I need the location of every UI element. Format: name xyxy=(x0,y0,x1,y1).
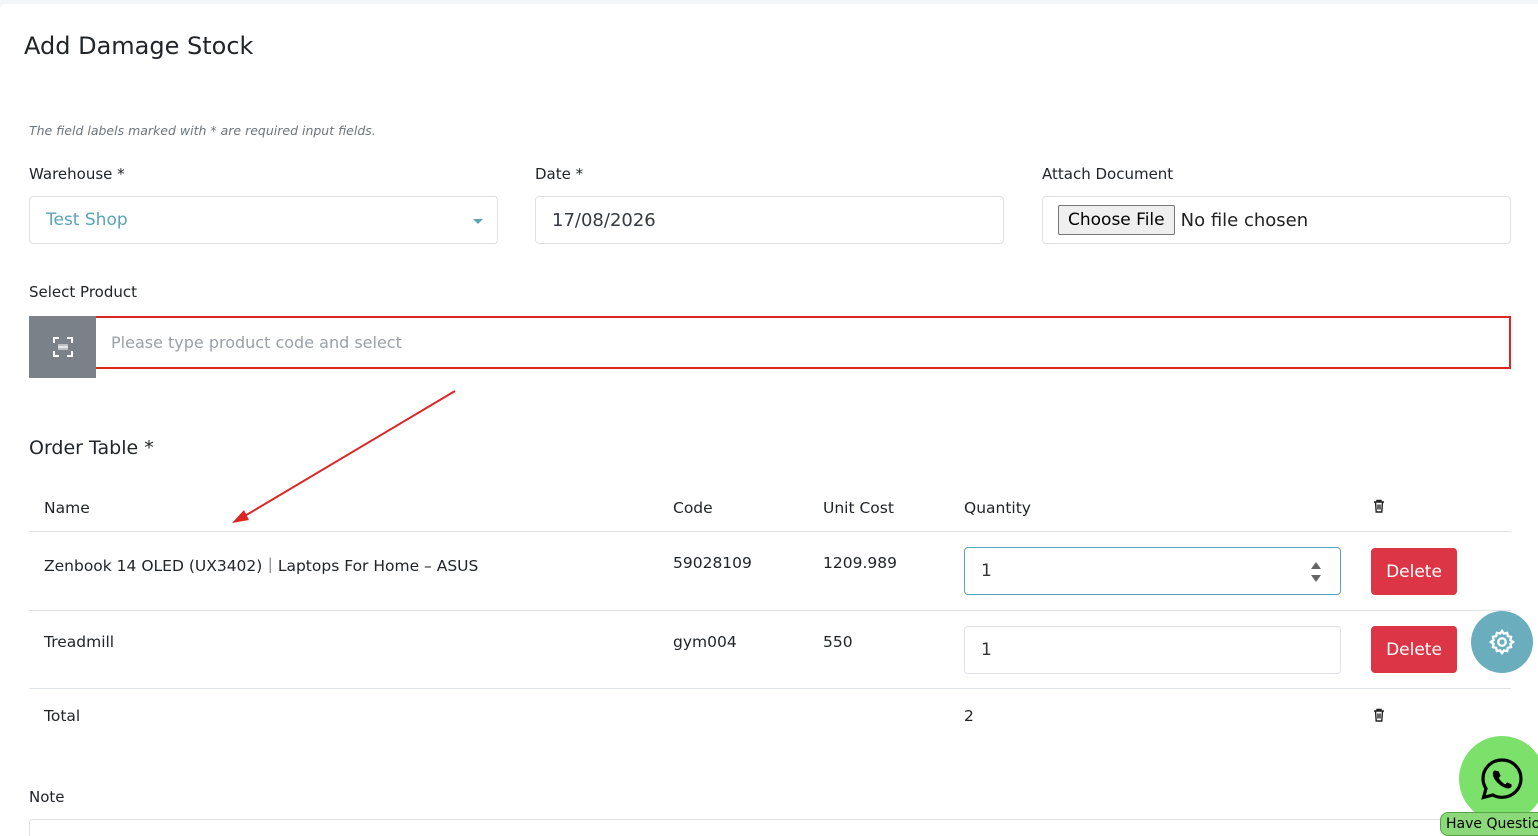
table-row: Treadmill gym004 550 1 Delete xyxy=(29,611,1511,689)
note-textarea[interactable] xyxy=(29,819,1499,836)
product-search-input[interactable] xyxy=(96,318,1509,367)
total-quantity: 2 xyxy=(964,707,974,725)
file-status: No file chosen xyxy=(1180,209,1309,231)
gear-icon xyxy=(1488,628,1516,656)
whatsapp-label[interactable]: Have Questions? xyxy=(1440,812,1538,836)
attach-document-label: Attach Document xyxy=(1042,165,1174,183)
total-label: Total xyxy=(44,707,81,725)
barcode-scan-button[interactable] xyxy=(29,316,96,378)
note-label: Note xyxy=(29,788,65,806)
table-row: Zenbook 14 OLED (UX3402)｜Laptops For Hom… xyxy=(29,532,1511,611)
page-title: Add Damage Stock xyxy=(24,32,254,60)
select-product-label: Select Product xyxy=(29,283,137,301)
warehouse-value: Test Shop xyxy=(46,210,128,230)
spinner-arrows-icon[interactable] xyxy=(1310,560,1322,584)
delete-button[interactable]: Delete xyxy=(1371,626,1457,673)
whatsapp-button[interactable] xyxy=(1459,736,1538,822)
date-label: Date * xyxy=(535,165,584,183)
order-table-title: Order Table * xyxy=(29,437,154,459)
date-input[interactable]: 17/08/2026 xyxy=(535,196,1004,244)
delete-button[interactable]: Delete xyxy=(1371,548,1457,595)
header-quantity: Quantity xyxy=(964,499,1031,517)
whatsapp-icon xyxy=(1481,758,1523,800)
header-unit-cost: Unit Cost xyxy=(823,499,894,517)
table-header-row: Name Code Unit Cost Quantity xyxy=(29,472,1511,532)
product-search-box xyxy=(29,316,1511,378)
row-name: Zenbook 14 OLED (UX3402)｜Laptops For Hom… xyxy=(44,557,479,575)
trash-icon xyxy=(1374,499,1384,513)
header-name: Name xyxy=(44,499,90,517)
choose-file-button[interactable]: Choose File xyxy=(1058,205,1175,235)
row-name: Treadmill xyxy=(44,633,115,651)
row-unit-cost: 550 xyxy=(823,633,853,651)
quantity-value: 1 xyxy=(981,561,992,581)
quantity-input[interactable]: 1 xyxy=(964,626,1341,674)
form-card: Add Damage Stock The field labels marked… xyxy=(0,4,1538,836)
header-code: Code xyxy=(673,499,713,517)
trash-icon xyxy=(1374,708,1384,722)
quantity-value: 1 xyxy=(981,640,992,660)
attach-document-input[interactable]: Choose File No file chosen xyxy=(1042,196,1511,244)
row-unit-cost: 1209.989 xyxy=(823,554,897,572)
barcode-icon xyxy=(52,337,73,357)
date-value: 17/08/2026 xyxy=(552,209,656,231)
required-note: The field labels marked with * are requi… xyxy=(29,123,376,138)
caret-down-icon xyxy=(473,219,483,224)
row-code: gym004 xyxy=(673,633,737,651)
settings-button[interactable] xyxy=(1471,611,1533,673)
table-total-row: Total 2 xyxy=(29,689,1511,747)
quantity-stepper[interactable]: 1 xyxy=(964,547,1341,595)
row-code: 59028109 xyxy=(673,554,752,572)
warehouse-select[interactable]: Test Shop xyxy=(29,196,498,244)
warehouse-label: Warehouse * xyxy=(29,165,125,183)
